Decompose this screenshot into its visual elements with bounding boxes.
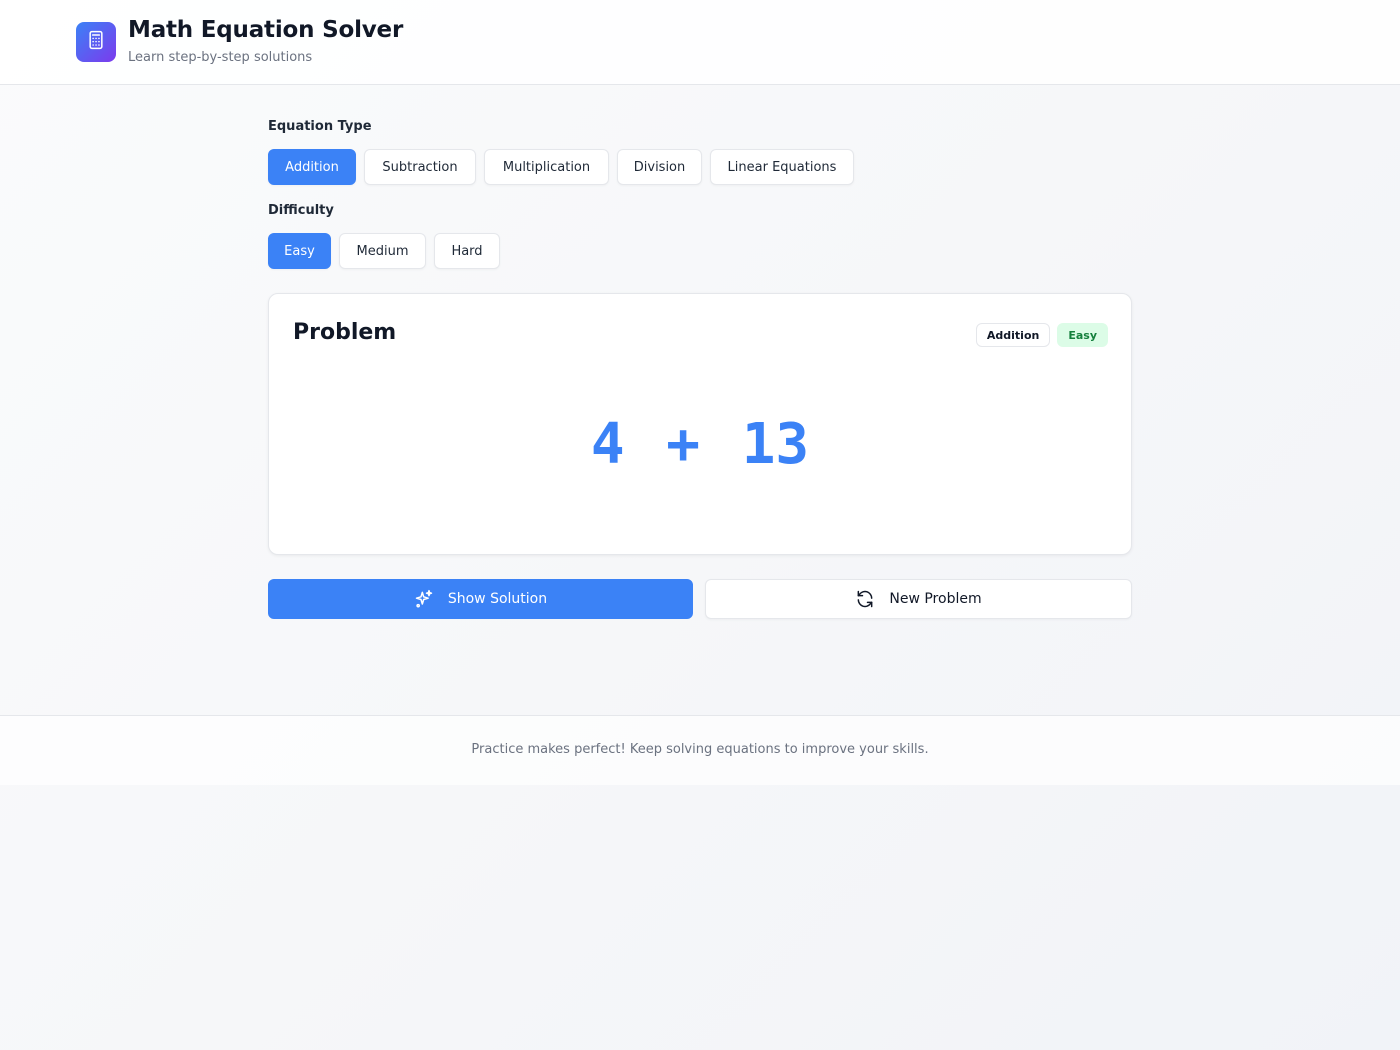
refresh-icon xyxy=(855,589,875,609)
equation-display: 4 + 13 xyxy=(590,412,810,477)
new-problem-label: New Problem xyxy=(889,591,982,607)
app-subtitle: Learn step-by-step solutions xyxy=(128,50,313,65)
equation-type-multiplication-button[interactable]: Multiplication xyxy=(484,149,609,185)
show-solution-label: Show Solution xyxy=(447,591,548,607)
difficulty-options: Easy Medium Hard xyxy=(268,233,500,269)
app-title: Math Equation Solver xyxy=(128,17,404,43)
app-logo xyxy=(76,22,116,62)
difficulty-easy-button[interactable]: Easy xyxy=(268,233,331,269)
show-solution-button[interactable]: Show Solution xyxy=(268,579,693,619)
calculator-icon xyxy=(86,30,106,54)
difficulty-hard-button[interactable]: Hard xyxy=(434,233,500,269)
problem-card: Problem Addition Easy 4 + 13 xyxy=(268,293,1132,555)
equation-type-linear-button[interactable]: Linear Equations xyxy=(710,149,854,185)
sparkles-icon xyxy=(414,589,434,609)
equation-type-subtraction-button[interactable]: Subtraction xyxy=(364,149,476,185)
app-header: Math Equation Solver Learn step-by-step … xyxy=(0,0,1400,85)
footer-text: Practice makes perfect! Keep solving equ… xyxy=(471,742,929,757)
difficulty-label: Difficulty xyxy=(268,203,334,218)
equation-type-badge: Addition xyxy=(975,323,1051,347)
difficulty-medium-button[interactable]: Medium xyxy=(339,233,426,269)
new-problem-button[interactable]: New Problem xyxy=(705,579,1132,619)
difficulty-badge: Easy xyxy=(1057,323,1108,347)
problem-badges: Addition Easy xyxy=(975,323,1108,347)
problem-title: Problem xyxy=(293,320,397,345)
equation-type-division-button[interactable]: Division xyxy=(617,149,702,185)
equation-type-addition-button[interactable]: Addition xyxy=(268,149,356,185)
equation-type-options: Addition Subtraction Multiplication Divi… xyxy=(268,149,854,185)
app-footer: Practice makes perfect! Keep solving equ… xyxy=(0,715,1400,785)
equation-type-label: Equation Type xyxy=(268,119,372,134)
